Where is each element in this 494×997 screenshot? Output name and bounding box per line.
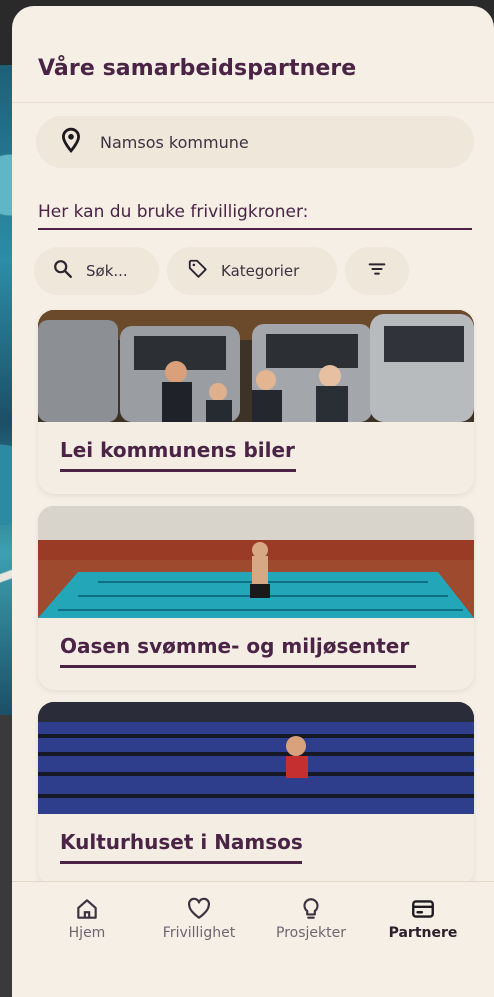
- location-label: Namsos kommune: [100, 132, 249, 152]
- partner-title-underline: [60, 469, 296, 472]
- page-title: Våre samarbeidspartnere: [38, 56, 357, 81]
- bottom-navigation: Hjem Frivillighet Prosjekter Partnere: [12, 881, 494, 997]
- partner-title-underline: [60, 861, 302, 864]
- partner-photo-theater: [38, 702, 474, 814]
- nav-item-frivillighet[interactable]: Frivillighet: [144, 896, 254, 941]
- nav-item-hjem[interactable]: Hjem: [32, 896, 142, 941]
- header-divider: [12, 102, 494, 103]
- nav-item-prosjekter[interactable]: Prosjekter: [256, 896, 366, 941]
- partners-sheet: Våre samarbeidspartnere Namsos kommune H…: [12, 6, 494, 997]
- home-icon: [32, 896, 142, 922]
- partner-card[interactable]: Oasen svømme- og miljøsenter: [38, 506, 474, 690]
- section-subtitle: Her kan du bruke frivilligkroner:: [38, 202, 309, 222]
- location-selector[interactable]: Namsos kommune: [36, 116, 474, 168]
- subtitle-underline: [38, 228, 472, 230]
- search-label: Søk...: [86, 262, 128, 280]
- nav-item-partnere[interactable]: Partnere: [368, 896, 478, 941]
- heart-icon: [144, 896, 254, 922]
- filter-button[interactable]: [345, 247, 409, 295]
- nav-label: Hjem: [68, 925, 106, 941]
- partner-title: Kulturhuset i Namsos: [60, 830, 303, 854]
- partner-photo-pool: [38, 506, 474, 618]
- search-icon: [52, 258, 74, 284]
- card-icon: [368, 896, 478, 922]
- filter-lines-icon: [366, 258, 388, 284]
- nav-label: Partnere: [388, 925, 458, 941]
- partner-title: Oasen svømme- og miljøsenter: [60, 634, 410, 658]
- search-button[interactable]: Søk...: [34, 247, 159, 295]
- partner-photo-cars: [38, 310, 474, 422]
- partner-card[interactable]: Kulturhuset i Namsos: [38, 702, 474, 886]
- nav-label: Prosjekter: [276, 925, 346, 941]
- categories-label: Kategorier: [221, 262, 300, 280]
- categories-button[interactable]: Kategorier: [167, 247, 337, 295]
- tag-icon: [187, 258, 209, 284]
- partner-card[interactable]: Lei kommunens biler: [38, 310, 474, 494]
- partner-title-underline: [60, 665, 416, 668]
- lightbulb-icon: [256, 896, 366, 922]
- nav-label: Frivillighet: [162, 925, 236, 941]
- location-pin-icon: [58, 127, 84, 157]
- partner-title: Lei kommunens biler: [60, 438, 295, 462]
